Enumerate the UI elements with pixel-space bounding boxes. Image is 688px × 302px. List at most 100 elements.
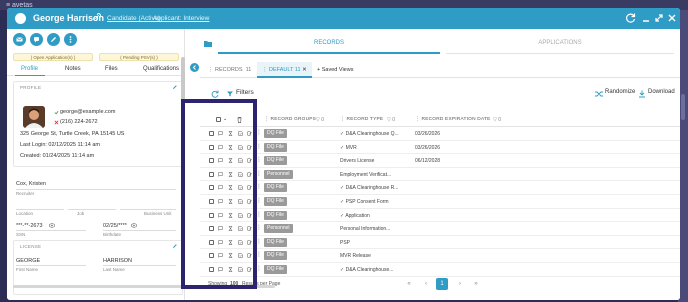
prev-page-button[interactable]: ‹ (420, 278, 432, 290)
record-group-tag: DQ File (264, 156, 287, 166)
job-underline (68, 209, 116, 210)
record-type-label: Application (345, 212, 370, 219)
record-group-tag: DQ File (264, 197, 287, 206)
pending-psv-pill[interactable]: ( Pending PSV(s) ) (99, 53, 179, 61)
table-row[interactable]: ⋮ DQ File PSP (200, 236, 680, 250)
col-record-groups-label: RECORD GROUPS (270, 117, 317, 122)
table-row[interactable]: ⋮ DQ File Drivers License 06/12/2028 (200, 154, 680, 168)
record-type: ✓ D&A Clearinghouse R... (340, 185, 398, 191)
record-group-tag: DQ File (264, 237, 287, 247)
last-page-button[interactable]: » (470, 278, 482, 290)
filter-record-type-count: 0 (392, 117, 396, 123)
view-tab-default[interactable]: ⋮ DEFAULT 11 ✕ (257, 62, 312, 78)
edit-license-icon[interactable] (172, 243, 178, 249)
refresh-icon[interactable] (626, 13, 636, 23)
view-tab-records[interactable]: ⋮ RECORDS 11 (208, 62, 251, 78)
license-card-title: LICENSE (20, 244, 42, 249)
birthdate-value[interactable]: 02/25/**** (103, 223, 127, 229)
more-action-button[interactable] (64, 33, 77, 46)
last-name-label: Last Name (103, 267, 125, 272)
tab-files[interactable]: Files (105, 66, 118, 72)
view-tab-default-count: 11 (294, 67, 301, 73)
profile-sidebar: ( Open Application(s) ) ( Pending PSV(s)… (7, 29, 185, 300)
close-view-icon[interactable]: ✕ (302, 67, 307, 73)
birthdate-underline (103, 230, 176, 231)
col-record-type-label: RECORD TYPE (346, 117, 384, 122)
tab-qualifications[interactable]: Qualifications (143, 66, 179, 72)
table-row[interactable]: ⋮ DQ File ✓ D&A Clearinghouse R... (200, 181, 680, 195)
tab-applications[interactable]: APPLICATIONS (446, 34, 674, 54)
ssn-value[interactable]: ***-**-2673 (16, 223, 43, 229)
saved-views-button[interactable]: + Saved Views (317, 62, 353, 78)
expand-icon[interactable] (654, 13, 664, 23)
edit-action-button[interactable] (47, 33, 60, 46)
record-group-tag: DQ File (264, 129, 287, 138)
avatar-photo (23, 106, 45, 128)
tab-records[interactable]: RECORDS (218, 34, 440, 54)
randomize-button[interactable]: Randomize (605, 89, 635, 95)
tab-notes[interactable]: Notes (65, 66, 81, 72)
record-type-label: D&A Clearinghouse... (345, 267, 394, 273)
view-tab-records-count: 11 (245, 67, 252, 73)
tab-profile[interactable]: Profile (21, 66, 38, 72)
profile-last-login: Last Login: 02/12/2025 11:14 am (20, 142, 101, 148)
chevron-left-icon (192, 65, 196, 70)
recruiter-value[interactable]: Cox, Kristen (16, 181, 46, 187)
profile-email[interactable]: george@example.com (60, 109, 115, 115)
profile-tabs: Profile Notes Files Qualifications (7, 65, 185, 76)
profile-card-title: PROFILE (20, 85, 42, 90)
next-page-button[interactable]: › (454, 278, 466, 290)
record-expiration-date: 03/26/2026 (415, 144, 441, 151)
email-action-button[interactable] (13, 33, 26, 46)
birthdate-label: Birthdate (103, 232, 122, 237)
record-type-label: D&A Clearinghouse R... (345, 185, 399, 192)
folder-icon (204, 41, 212, 47)
business-unit-underline (120, 209, 176, 210)
table-row[interactable]: ⋮ DQ File ✓ D&A Clearinghouse Q... 03/26/20… (200, 127, 680, 141)
table-row[interactable]: ⋮ Personnel Personal Information... (200, 222, 680, 236)
minimize-icon[interactable] (641, 13, 651, 23)
grid-toolbar: Filters Randomize Download (200, 87, 680, 101)
eye-icon[interactable] (131, 223, 137, 228)
record-type-label: D&A Clearinghouse Q... (345, 131, 399, 137)
ssn-label: SSN (16, 232, 26, 237)
current-page-button[interactable]: 1 (436, 278, 448, 290)
profile-phone[interactable]: (216) 224-2672 (60, 119, 98, 125)
filters-button[interactable]: Filters (236, 89, 254, 96)
filter-icon (227, 91, 233, 97)
table-row[interactable]: ⋮ DQ File ✓ Application (200, 209, 680, 223)
record-type-label: MVR Release (340, 253, 371, 260)
open-applications-pill[interactable]: ( Open Application(s) ) (13, 53, 93, 61)
profile-created: Created: 01/24/2025 11:14 am (20, 153, 95, 159)
table-row[interactable]: ⋮ DQ File ✓ PSP Consent Form (200, 195, 680, 209)
record-type: ✓ D&A Clearinghouse Q... (340, 131, 399, 137)
filter-record-groups[interactable]: ▽ 0 (316, 117, 324, 123)
col-record-groups[interactable]: ⋮ RECORD GROUPS (264, 117, 316, 122)
first-page-button[interactable]: « (403, 278, 415, 290)
close-icon[interactable] (667, 13, 677, 23)
edit-profile-icon[interactable] (172, 84, 178, 90)
message-action-button[interactable] (30, 33, 43, 46)
col-expiration-date[interactable]: ⋮ RECORD EXPIRATION DATE (415, 117, 491, 122)
table-row[interactable]: ⋮ DQ File MVR Release (200, 249, 680, 263)
col-record-type[interactable]: ⋮ RECORD TYPE (340, 117, 383, 122)
record-type: ✓ D&A Clearinghouse... (340, 267, 393, 273)
download-button[interactable]: Download (648, 89, 675, 95)
table-row[interactable]: ⋮ DQ File ✓ MVR 03/26/2026 (200, 141, 680, 155)
main-tabs: RECORDS APPLICATIONS (200, 34, 680, 54)
eye-icon[interactable] (49, 223, 55, 228)
link-icon[interactable] (93, 13, 101, 21)
x-icon (54, 120, 59, 125)
license-last-name: HARRISON (103, 258, 133, 264)
filter-record-type[interactable]: ▽ 0 (387, 117, 395, 123)
applicant-status-link[interactable]: Applicant: Interview (153, 15, 209, 22)
table-row[interactable]: ⋮ Personnel Employment Verificat... (200, 168, 680, 182)
filter-expiration-date[interactable]: ▽ 0 (493, 117, 501, 123)
download-icon (639, 90, 645, 98)
collapse-sidebar-button[interactable] (190, 63, 199, 72)
record-expiration-date: 03/26/2026 (415, 131, 441, 137)
grid-header: ⌄ ⋮ RECORD GROUPS ▽ 0 ⋮ RECORD TYPE ▽ 0 … (200, 113, 680, 127)
record-group-tag: Personnel (264, 169, 293, 179)
profile-address: 325 George St, Turtle Creek, PA 15145 US (20, 131, 125, 137)
refresh-grid-icon[interactable] (211, 90, 219, 98)
